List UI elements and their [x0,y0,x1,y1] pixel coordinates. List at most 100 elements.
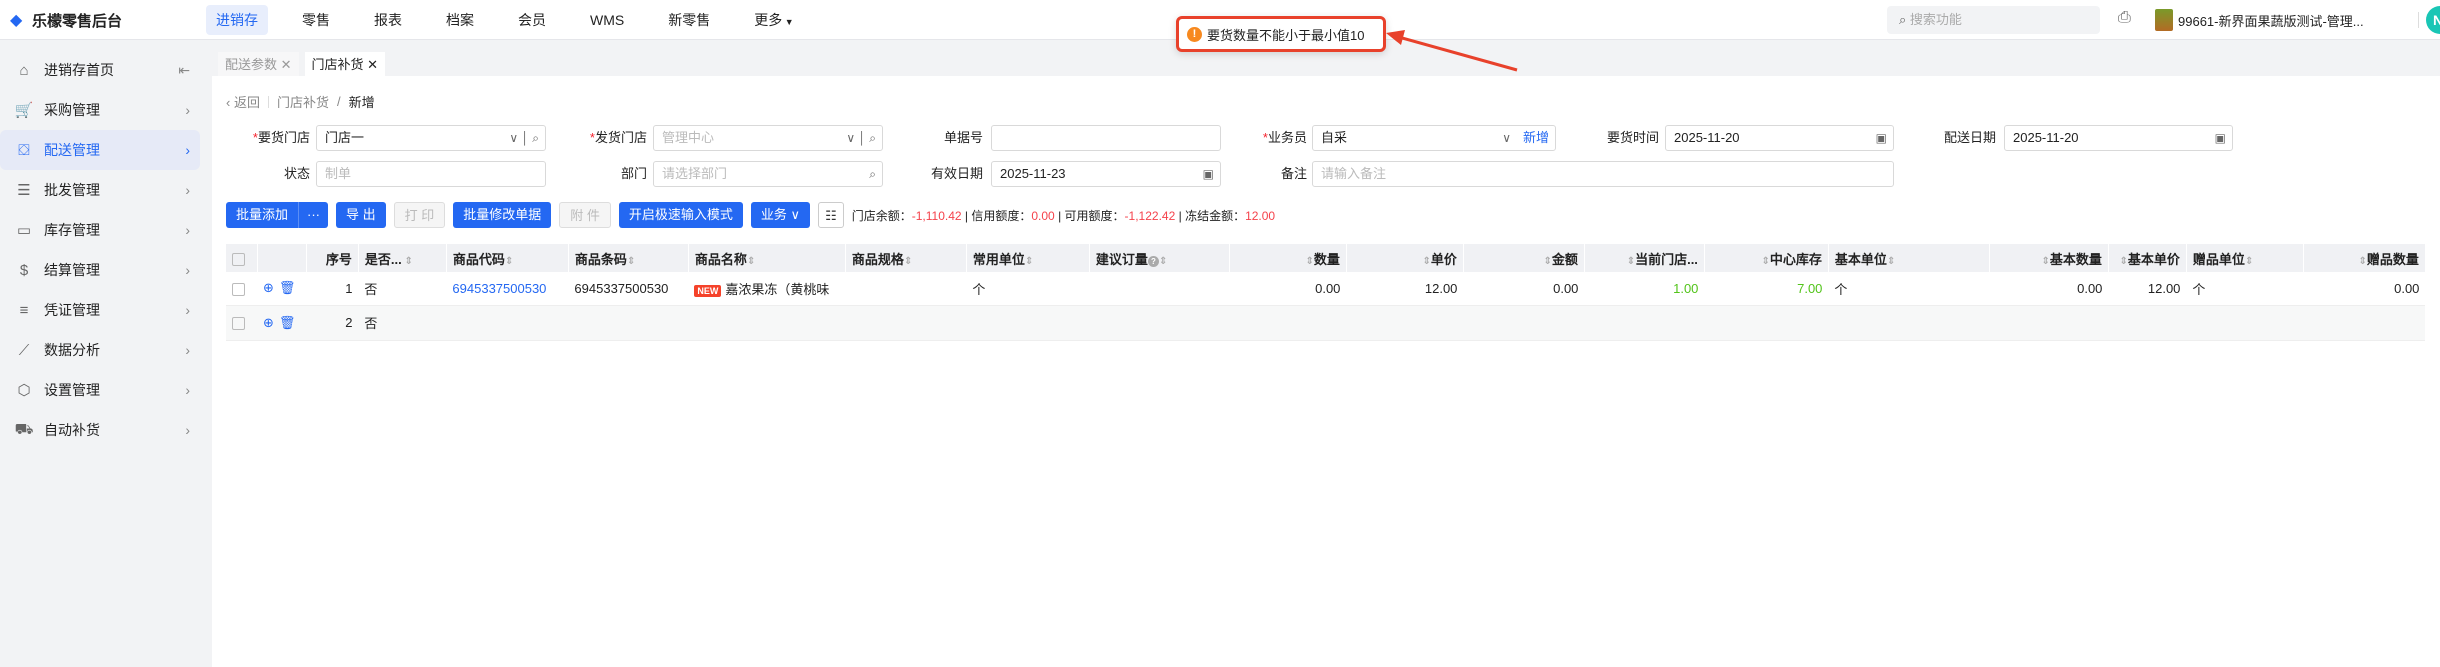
add-row-icon[interactable]: ⊕ [263,280,274,295]
sidebar-item-voucher[interactable]: ≡ 凭证管理 › [0,290,200,330]
batch-add-group: 批量添加 ··· [226,202,329,228]
ship-date-input[interactable]: 2025-11-20 ▣ [2004,125,2233,151]
select-all-checkbox[interactable] [226,244,257,272]
col-barcode[interactable]: 商品条码⇕ [568,244,689,272]
nav-member[interactable]: 会员 [508,5,556,35]
col-amount[interactable]: ⇕金额 [1463,244,1585,272]
breadcrumb-parent[interactable]: 门店补货 [277,92,329,111]
col-base-unit[interactable]: 基本单位⇕ [1828,244,1990,272]
nav-jxc[interactable]: 进销存 [206,5,268,35]
attachment-button[interactable]: 附 件 [559,202,611,228]
map-icon: ⛋ [18,141,30,159]
req-time-input[interactable]: 2025-11-20 ▣ [1665,125,1894,151]
ship-store-select[interactable]: 管理中心 ∨ │ ⌕ [653,125,883,151]
dollar-icon: $ [19,261,29,279]
row-checkbox[interactable] [226,272,257,306]
collapse-sidebar-icon[interactable]: ⇤ [178,62,190,79]
col-base-price[interactable]: ⇕基本单价 [2108,244,2187,272]
column-settings-icon[interactable]: ☷ [818,202,844,228]
store-image [2155,9,2173,31]
batch-edit-button[interactable]: 批量修改单据 [453,202,552,228]
sidebar-item-label: 进销存首页 [44,62,114,78]
sidebar-item-settlement[interactable]: $ 结算管理 › [0,250,200,290]
valid-date-input[interactable]: 2025-11-23 ▣ [991,161,1221,187]
cell-qty[interactable]: 0.00 [1229,272,1347,306]
doc-no-input[interactable] [991,125,1221,151]
sidebar-item-label: 数据分析 [44,342,100,358]
calendar-icon: ▣ [2214,131,2226,145]
col-qty[interactable]: ⇕数量 [1229,244,1347,272]
col-flag[interactable]: 是否... ⇕ [358,244,447,272]
store-balance: -1,110.42 [911,208,962,223]
nav-retail[interactable]: 零售 [292,5,340,35]
sidebar-item-settings[interactable]: ⬡ 设置管理 › [0,370,200,410]
export-button[interactable]: 导 出 [336,202,386,228]
col-spec[interactable]: 商品规格⇕ [845,244,967,272]
nav-reports[interactable]: 报表 [364,5,412,35]
col-unit[interactable]: 常用单位⇕ [966,244,1090,272]
nav-more-label: 更多 [754,12,783,28]
col-center-stock[interactable]: ⇕中心库存 [1704,244,1829,272]
cell-gift-qty[interactable]: 0.00 [2303,272,2426,306]
chevron-down-icon: ∨ [1502,131,1511,145]
sidebar-item-wholesale[interactable]: ☰ 批发管理 › [0,170,200,210]
col-name[interactable]: 商品名称⇕ [688,244,846,272]
warning-icon: ! [1187,26,1202,42]
sidebar-item-home[interactable]: ⌂ 进销存首页 ⇤ [0,50,200,90]
cell-store-stock: 1.00 [1584,272,1705,306]
items-table: 序号 是否... ⇕ 商品代码⇕ 商品条码⇕ 商品名称⇕ 商品规格⇕ 常用单位⇕… [226,244,2426,341]
business-dropdown[interactable]: 业务 ∨ [750,202,811,228]
add-clerk-link[interactable]: 新增 [1523,126,1549,150]
table-row: ⊕ 🗑 2 否 [226,305,2426,341]
credit-limit: 0.00 [1031,208,1055,223]
req-store-select[interactable]: 门店一 ∨ │ ⌕ [316,125,546,151]
valid-date-label: 有效日期 [930,166,983,181]
sidebar-item-inventory[interactable]: ▭ 库存管理 › [0,210,200,250]
back-link[interactable]: ‹ 返回 [226,92,260,111]
cell-code[interactable]: 6945337500530 [446,272,569,306]
delete-icon[interactable]: 🗑 [279,280,296,295]
col-gift-qty[interactable]: ⇕赠品数量 [2303,244,2426,272]
col-base-qty[interactable]: ⇕基本数量 [1989,244,2109,272]
nav-new-retail[interactable]: 新零售 [658,5,720,35]
delete-icon[interactable]: 🗑 [279,315,296,330]
tab-store-replenish[interactable]: 门店补货 ✕ [304,52,386,78]
dept-label: 部门 [620,166,647,181]
cell-gift-unit[interactable]: 个 [2186,272,2304,306]
clerk-select[interactable]: 自采 ∨ 新增 [1312,125,1556,151]
nav-wms[interactable]: WMS [580,5,634,35]
nav-archive[interactable]: 档案 [436,5,484,35]
dept-input[interactable]: 请选择部门 ⌕ [653,161,883,187]
print-button[interactable]: 打 印 [393,202,446,228]
remark-input[interactable]: 请输入备注 [1312,161,1894,187]
app-logo[interactable]: ◆ 乐檬零售后台 [10,10,122,31]
cell-amount: 0.00 [1463,272,1585,306]
col-code[interactable]: 商品代码⇕ [446,244,569,272]
cell-price[interactable]: 12.00 [1346,272,1464,306]
printer-icon[interactable]: ⎙ [2118,9,2138,29]
home-icon: ⌂ [19,61,29,79]
more-button[interactable]: ··· [298,202,329,228]
col-price[interactable]: ⇕单价 [1346,244,1464,272]
sidebar-item-distribution[interactable]: ⛋ 配送管理 › [0,130,200,170]
fast-input-mode-button[interactable]: 开启极速输入模式 [618,202,743,228]
sidebar-item-analytics[interactable]: ⟋ 数据分析 › [0,330,200,370]
cell-unit[interactable]: 个 [966,272,1090,306]
col-suggest[interactable]: 建议订量? ⇕ [1089,244,1230,272]
store-switcher[interactable]: 99661-新界面果蔬版测试-管理... [2155,9,2364,31]
nav-more[interactable]: 更多 ▼ [744,5,803,35]
batch-add-button[interactable]: 批量添加 [226,202,299,228]
chevron-right-icon: › [185,262,190,278]
sidebar-item-purchase[interactable]: 🛒 采购管理 › [0,90,200,130]
sidebar-item-auto-replenish[interactable]: ⛟ 自动补货 › [0,410,200,450]
tab-distribution-params[interactable]: 配送参数 ✕ [218,52,299,78]
ship-store-label: *发货门店 [589,130,647,145]
add-row-icon[interactable]: ⊕ [263,315,274,330]
cell-barcode: 6945337500530 [568,272,689,306]
avatar[interactable]: N [2426,6,2440,34]
search-input[interactable]: ⌕ 搜索功能 [1887,6,2100,34]
col-gift-unit[interactable]: 赠品单位⇕ [2186,244,2304,272]
col-store-stock[interactable]: ⇕当前门店... [1584,244,1705,272]
gear-icon: ⬡ [17,382,31,399]
row-checkbox[interactable] [226,305,257,341]
